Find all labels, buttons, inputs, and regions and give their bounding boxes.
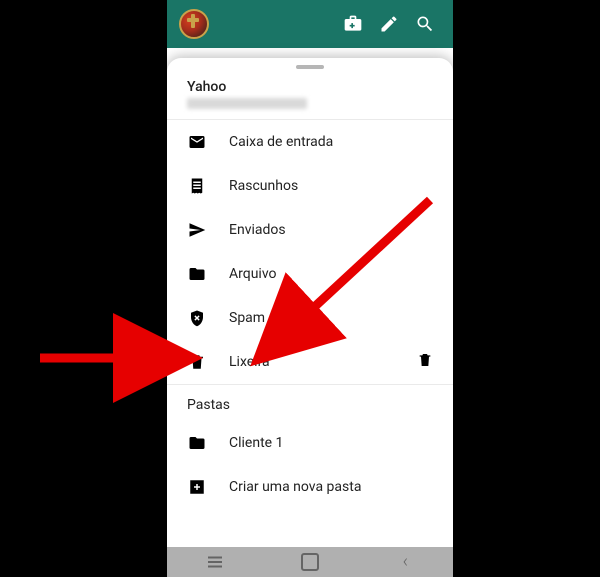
nav-home[interactable] — [280, 553, 340, 571]
account-provider: Yahoo — [187, 79, 433, 95]
folder-archive[interactable]: Arquivo — [167, 252, 453, 296]
folder-drafts[interactable]: Rascunhos — [167, 164, 453, 208]
folder-icon — [187, 264, 207, 284]
folder-label: Enviados — [229, 222, 286, 238]
add-icon — [187, 477, 207, 497]
stage: Caixa de entrada Yahoo Caixa de entrada — [0, 0, 600, 577]
trash-icon — [187, 352, 207, 372]
folder-label: Spam — [229, 310, 265, 326]
nav-recents[interactable] — [185, 561, 245, 564]
compose-icon[interactable] — [371, 6, 407, 42]
phone-frame: Caixa de entrada Yahoo Caixa de entrada — [167, 0, 453, 577]
folder-label: Caixa de entrada — [229, 134, 333, 150]
navigation-drawer[interactable]: Yahoo Caixa de entrada Rascunhos — [167, 58, 453, 547]
account-avatar[interactable] — [179, 9, 209, 39]
account-email-redacted — [187, 98, 307, 109]
send-icon — [187, 220, 207, 240]
create-folder[interactable]: Criar uma nova pasta — [167, 465, 453, 509]
create-folder-label: Criar uma nova pasta — [229, 479, 361, 495]
nav-back[interactable]: ‹ — [375, 552, 435, 573]
folder-label: Arquivo — [229, 266, 277, 282]
folder-label: Cliente 1 — [229, 435, 283, 451]
shield-x-icon — [187, 308, 207, 328]
folder-spam[interactable]: Spam — [167, 296, 453, 340]
receipt-icon — [187, 176, 207, 196]
account-header[interactable]: Yahoo — [167, 73, 453, 120]
sheet-grabber[interactable] — [296, 65, 324, 69]
search-icon[interactable] — [407, 6, 443, 42]
empty-trash-icon[interactable] — [417, 352, 433, 372]
android-navbar: ‹ — [167, 547, 453, 577]
folder-trash[interactable]: Lixeira — [167, 340, 453, 384]
medkit-icon[interactable] — [335, 6, 371, 42]
folder-sent[interactable]: Enviados — [167, 208, 453, 252]
folder-label: Rascunhos — [229, 178, 298, 194]
custom-folder-cliente1[interactable]: Cliente 1 — [167, 421, 453, 465]
mail-icon — [187, 132, 207, 152]
folder-inbox[interactable]: Caixa de entrada — [167, 120, 453, 164]
app-topbar — [167, 0, 453, 48]
folder-label: Lixeira — [229, 354, 270, 370]
folder-icon — [187, 433, 207, 453]
section-folders-header: Pastas — [167, 385, 453, 421]
